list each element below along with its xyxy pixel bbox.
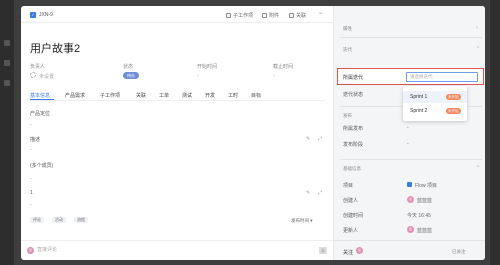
tab-tickets[interactable]: 工单 bbox=[159, 92, 169, 99]
owner-label: 负责人 bbox=[30, 64, 46, 70]
tab-worktime[interactable]: 工时 bbox=[228, 92, 238, 99]
edit-icon[interactable]: ✎ bbox=[306, 190, 310, 196]
expand-icon[interactable]: ⤢ bbox=[318, 190, 322, 196]
creator-label: 创建人 bbox=[343, 198, 359, 204]
created-time-label: 创建时间 bbox=[343, 213, 364, 219]
description-value[interactable]: - bbox=[30, 147, 32, 153]
follow-label[interactable]: 关注 bbox=[343, 249, 353, 256]
status-badge: 未开始 bbox=[446, 94, 461, 100]
followed-button[interactable]: 已关注 bbox=[452, 249, 466, 255]
background-edge bbox=[490, 0, 500, 265]
dropdown-option[interactable]: Sprint 2 未开始 bbox=[403, 105, 467, 117]
sub-item-button[interactable]: 子工作项 bbox=[226, 12, 253, 19]
owner-avatar[interactable] bbox=[30, 72, 36, 78]
release-stage-value[interactable]: - bbox=[407, 141, 409, 147]
right-footer: 关注 蓝 已关注 bbox=[334, 240, 485, 260]
tab-goals[interactable]: 目标 bbox=[251, 92, 261, 99]
left-pane: ✓ JXN-9 子工作项 附件 关联 ··· 用户故事2 负责人 状态 开始时间… bbox=[21, 6, 333, 260]
sprint-dropdown: Sprint 1 未开始 Sprint 2 未开始 bbox=[403, 86, 467, 121]
relation-icon bbox=[289, 13, 294, 18]
sort-dropdown[interactable]: 发布时间 ▾ bbox=[291, 218, 313, 224]
tag-flow[interactable]: 流程 bbox=[74, 217, 88, 223]
divider bbox=[340, 159, 482, 160]
project-value[interactable]: Flow 项目 bbox=[415, 182, 437, 189]
section-sprint[interactable]: 迭代 bbox=[343, 47, 352, 53]
right-pane: 属性 › 迭代 ⌃ 所属迭代 请选择迭代 迭代状态 发布 所属发布 - 发布阶段… bbox=[333, 6, 485, 260]
created-time-value: 今天 16:45 bbox=[407, 213, 431, 219]
tag-activity[interactable]: 活动 bbox=[52, 217, 66, 223]
end-label: 截止时间 bbox=[273, 64, 294, 70]
tag-comment[interactable]: 评论 bbox=[30, 217, 44, 223]
sprint-select[interactable]: 请选择迭代 bbox=[406, 72, 478, 82]
section-release[interactable]: 发布 bbox=[343, 113, 352, 119]
tab-product-req[interactable]: 产品需求 bbox=[65, 92, 85, 99]
work-item-dialog: ✓ JXN-9 子工作项 附件 关联 ··· 用户故事2 负责人 状态 开始时间… bbox=[21, 6, 485, 260]
chevron-right-icon[interactable]: › bbox=[476, 25, 478, 31]
comment-avatar: 蓝 bbox=[27, 247, 34, 254]
tab-bar: 基本信息 产品需求 子工作项 关联 工单 测试 开发 工时 目标 bbox=[30, 90, 325, 101]
number-field-value[interactable]: - bbox=[30, 202, 32, 208]
bg-nav-icon bbox=[4, 80, 10, 86]
item-type-icon: ✓ bbox=[30, 12, 36, 18]
send-button[interactable]: 发 bbox=[319, 247, 327, 254]
comment-bar: 蓝 直接评论 发 bbox=[21, 240, 333, 260]
start-label: 开始时间 bbox=[197, 64, 218, 70]
chevron-up-icon[interactable]: ⌃ bbox=[476, 46, 480, 52]
item-key: JXN-9 bbox=[39, 12, 53, 18]
product-unit-label: 产品定位 bbox=[30, 111, 51, 117]
chevron-up-icon[interactable]: ⌃ bbox=[476, 165, 480, 171]
description-label: 描述 bbox=[30, 137, 41, 143]
relation-button[interactable]: 关联 bbox=[289, 12, 306, 19]
edit-icon[interactable]: ✎ bbox=[306, 136, 310, 142]
bg-nav-icon bbox=[4, 40, 10, 46]
release-label: 所属发布 bbox=[343, 126, 364, 132]
updater-label: 更新人 bbox=[343, 228, 359, 234]
background-sidebar bbox=[0, 0, 14, 265]
bg-nav-icon bbox=[4, 60, 10, 66]
updater-avatar: 蓝 bbox=[407, 226, 414, 233]
tab-relations[interactable]: 关联 bbox=[136, 92, 146, 99]
status-label: 状态 bbox=[123, 64, 134, 70]
tab-tests[interactable]: 测试 bbox=[182, 92, 192, 99]
sprint-label: 所属迭代 bbox=[343, 75, 364, 81]
release-stage-label: 发布阶段 bbox=[343, 142, 364, 148]
tab-basic-info[interactable]: 基本信息 bbox=[30, 92, 50, 99]
divider bbox=[340, 37, 482, 38]
comment-input[interactable]: 直接评论 bbox=[37, 246, 297, 255]
multi-member-value[interactable]: - bbox=[30, 176, 32, 182]
status-badge[interactable]: 待办 bbox=[123, 72, 139, 79]
attachment-icon bbox=[262, 13, 267, 18]
section-basic-info[interactable]: 基础信息 bbox=[343, 166, 361, 172]
sprint-state-label: 迭代状态 bbox=[343, 92, 364, 98]
creator-avatar: 蓝 bbox=[407, 196, 414, 203]
product-unit-value[interactable]: - bbox=[30, 122, 32, 128]
start-value[interactable]: - bbox=[197, 73, 199, 79]
item-title[interactable]: 用户故事2 bbox=[30, 40, 80, 56]
active-tab-underline bbox=[30, 99, 54, 100]
project-label: 项目 bbox=[343, 183, 354, 189]
project-icon bbox=[407, 182, 412, 187]
status-badge: 未开始 bbox=[446, 108, 461, 114]
dialog-header: ✓ JXN-9 子工作项 附件 关联 ··· bbox=[21, 6, 333, 23]
number-field-label: 1 bbox=[30, 190, 33, 196]
tab-sub-items[interactable]: 子工作项 bbox=[100, 92, 120, 99]
owner-value[interactable]: 未设置 bbox=[39, 73, 54, 80]
sprint-field-row: 所属迭代 请选择迭代 bbox=[337, 68, 484, 85]
dropdown-option[interactable]: Sprint 1 未开始 bbox=[403, 91, 467, 103]
release-value[interactable]: - bbox=[407, 125, 409, 131]
more-icon[interactable]: ··· bbox=[318, 10, 323, 17]
attachment-button[interactable]: 附件 bbox=[262, 12, 279, 19]
multi-member-label: (多个成员) bbox=[30, 163, 54, 169]
end-value[interactable]: - bbox=[273, 73, 275, 79]
creator-value: 蓝蓝蓝 bbox=[417, 198, 433, 204]
sub-item-icon bbox=[226, 13, 231, 18]
follower-avatar: 蓝 bbox=[356, 247, 363, 254]
expand-icon[interactable]: ⤢ bbox=[318, 136, 322, 142]
section-attributes[interactable]: 属性 bbox=[343, 26, 352, 32]
tab-dev[interactable]: 开发 bbox=[205, 92, 215, 99]
updater-value: 蓝蓝蓝 bbox=[417, 228, 433, 234]
